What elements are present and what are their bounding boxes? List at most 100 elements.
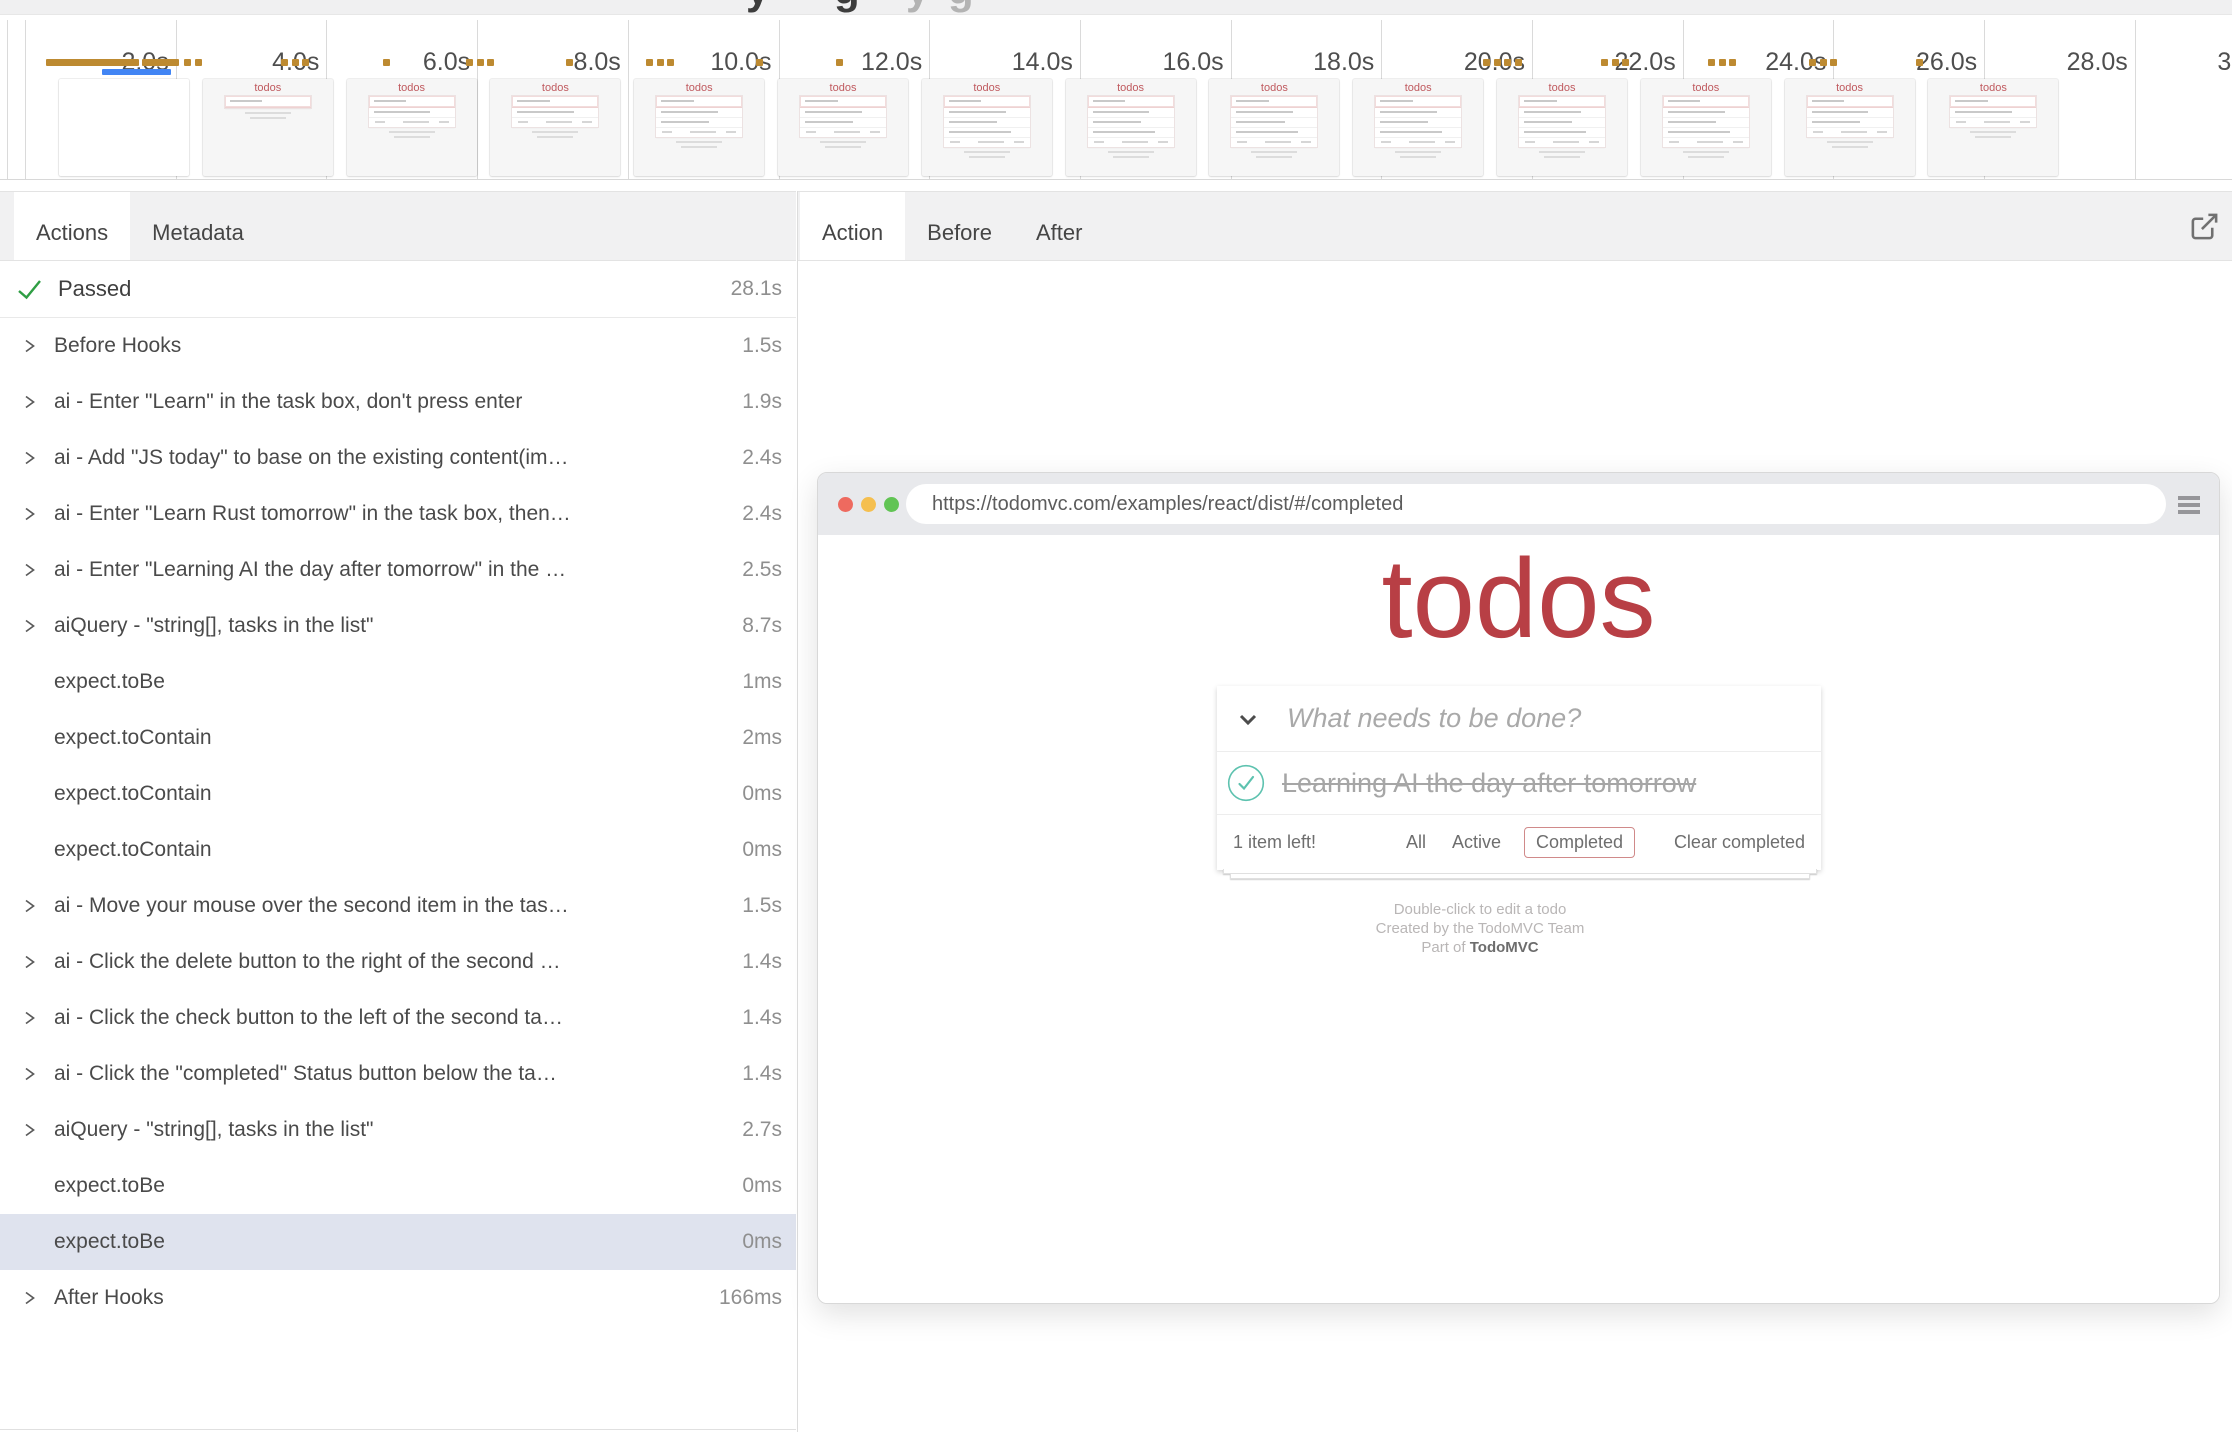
action-duration: 0ms	[742, 838, 782, 862]
action-row[interactable]: Before Hooks1.5s	[0, 318, 796, 374]
thumb-footer	[1663, 138, 1749, 147]
action-time-marker	[1601, 59, 1608, 66]
clear-completed-button[interactable]: Clear completed	[1674, 815, 1805, 870]
zoom-window-icon[interactable]	[884, 497, 899, 512]
close-window-icon[interactable]	[838, 497, 853, 512]
tab-before[interactable]: Before	[905, 192, 1014, 260]
chevron-right-icon[interactable]	[12, 898, 46, 914]
action-time-marker	[184, 59, 191, 66]
action-row[interactable]: After Hooks166ms	[0, 1270, 796, 1326]
chevron-right-icon[interactable]	[12, 562, 46, 578]
action-duration: 8.7s	[742, 614, 782, 638]
action-row[interactable]: ai - Add "JS today" to base on the exist…	[0, 430, 796, 486]
thumb-todo-row	[1088, 128, 1174, 138]
action-label: expect.toContain	[54, 838, 742, 862]
action-row[interactable]: ai - Click the delete button to the righ…	[0, 934, 796, 990]
thumb-todos-title: todos	[922, 82, 1052, 94]
action-time-marker	[1515, 59, 1522, 66]
filmstrip-frame[interactable]: todos	[347, 79, 477, 176]
action-row[interactable]: ai - Enter "Learn Rust tomorrow" in the …	[0, 486, 796, 542]
chevron-right-icon[interactable]	[12, 506, 46, 522]
thumb-input	[512, 96, 598, 108]
action-row[interactable]: expect.toBe0ms	[0, 1158, 796, 1214]
action-row[interactable]: ai - Enter "Learn" in the task box, don'…	[0, 374, 796, 430]
timeline-tick-label: 12.0s	[861, 48, 922, 77]
thumb-input	[944, 96, 1030, 108]
filmstrip-frame[interactable]: todos	[634, 79, 764, 176]
timeline-tick-label: 30.0s	[2217, 48, 2232, 77]
filmstrip-frame[interactable]: todos	[778, 79, 908, 176]
action-row[interactable]: ai - Click the "completed" Status button…	[0, 1046, 796, 1102]
action-row[interactable]: expect.toContain2ms	[0, 710, 796, 766]
thumb-footer	[1088, 138, 1174, 147]
check-icon	[16, 276, 43, 303]
tab-actions[interactable]: Actions	[14, 192, 130, 260]
actions-panel: Actions Metadata Passed 28.1s Before Hoo…	[0, 191, 796, 1432]
thumb-todos-title: todos	[1641, 82, 1771, 94]
filmstrip-frame[interactable]: todos	[1066, 79, 1196, 176]
thumb-card	[800, 96, 886, 137]
info-line: Double-click to edit a todo	[818, 900, 2142, 919]
filmstrip-frame[interactable]: todos	[490, 79, 620, 176]
chevron-right-icon[interactable]	[12, 1066, 46, 1082]
thumb-input	[1231, 96, 1317, 108]
action-row[interactable]: aiQuery - "string[], tasks in the list"2…	[0, 1102, 796, 1158]
minimize-window-icon[interactable]	[861, 497, 876, 512]
action-row[interactable]: expect.toBe0ms	[0, 1214, 796, 1270]
thumb-todos-title: todos	[778, 82, 908, 94]
chevron-right-icon[interactable]	[12, 954, 46, 970]
action-row[interactable]: ai - Click the check button to the left …	[0, 990, 796, 1046]
filmstrip-frame[interactable]: todos	[203, 79, 333, 176]
thumb-todo-row	[1375, 118, 1461, 128]
action-row[interactable]: ai - Move your mouse over the second ite…	[0, 878, 796, 934]
open-external-icon[interactable]	[2189, 211, 2220, 248]
thumb-todo-row	[1663, 118, 1749, 128]
filter-completed[interactable]: Completed	[1524, 827, 1635, 858]
filter-all[interactable]: All	[1403, 827, 1429, 858]
thumb-todo-row	[944, 128, 1030, 138]
chevron-right-icon[interactable]	[12, 1122, 46, 1138]
tab-metadata[interactable]: Metadata	[130, 192, 266, 260]
trace-viewer: ygyg 2.0s4.0s6.0s8.0s10.0s12.0s14.0s16.0…	[0, 0, 2232, 1432]
filmstrip-frame[interactable]: todos	[1785, 79, 1915, 176]
address-bar[interactable]: https://todomvc.com/examples/react/dist/…	[906, 484, 2166, 524]
tab-action[interactable]: Action	[800, 192, 905, 260]
action-row[interactable]: ai - Enter "Learning AI the day after to…	[0, 542, 796, 598]
action-row[interactable]: expect.toBe1ms	[0, 654, 796, 710]
filmstrip-frame[interactable]: todos	[922, 79, 1052, 176]
action-label: expect.toBe	[54, 1230, 742, 1254]
new-todo-input[interactable]: What needs to be done?	[1287, 703, 1581, 734]
action-time-marker	[657, 59, 664, 66]
thumb-todo-row	[512, 108, 598, 118]
chevron-right-icon[interactable]	[12, 338, 46, 354]
action-label: ai - Click the delete button to the righ…	[54, 950, 742, 974]
filmstrip-frame[interactable]: todos	[1497, 79, 1627, 176]
thumb-info-lines	[1928, 131, 2058, 138]
chevron-right-icon[interactable]	[12, 450, 46, 466]
filmstrip-frame[interactable]: todos	[1209, 79, 1339, 176]
action-row[interactable]: expect.toContain0ms	[0, 766, 796, 822]
toggle-all-chevron-icon[interactable]	[1235, 706, 1261, 732]
action-time-marker	[302, 59, 309, 66]
filmstrip-frame[interactable]	[59, 79, 189, 176]
chevron-right-icon[interactable]	[12, 394, 46, 410]
thumb-card	[1950, 96, 2036, 127]
chevron-right-icon[interactable]	[12, 1010, 46, 1026]
thumb-footer	[369, 118, 455, 127]
menu-icon[interactable]	[2178, 496, 2200, 517]
todo-completed-checkbox[interactable]	[1227, 764, 1265, 802]
filmstrip-frame[interactable]: todos	[1928, 79, 2058, 176]
timeline-tick-label: 24.0s	[1765, 48, 1826, 77]
chevron-right-icon[interactable]	[12, 1290, 46, 1306]
action-duration: 1.4s	[742, 1006, 782, 1030]
filmstrip-frame[interactable]: todos	[1641, 79, 1771, 176]
filter-active[interactable]: Active	[1449, 827, 1504, 858]
chevron-right-icon[interactable]	[12, 618, 46, 634]
filmstrip-frame[interactable]: todos	[1353, 79, 1483, 176]
action-duration: 1.4s	[742, 1062, 782, 1086]
timeline-strip[interactable]: 2.0s4.0s6.0s8.0s10.0s12.0s14.0s16.0s18.0…	[0, 15, 2232, 180]
action-row[interactable]: aiQuery - "string[], tasks in the list"8…	[0, 598, 796, 654]
actions-list: Before Hooks1.5sai - Enter "Learn" in th…	[0, 318, 796, 1326]
tab-after[interactable]: After	[1014, 192, 1104, 260]
action-row[interactable]: expect.toContain0ms	[0, 822, 796, 878]
